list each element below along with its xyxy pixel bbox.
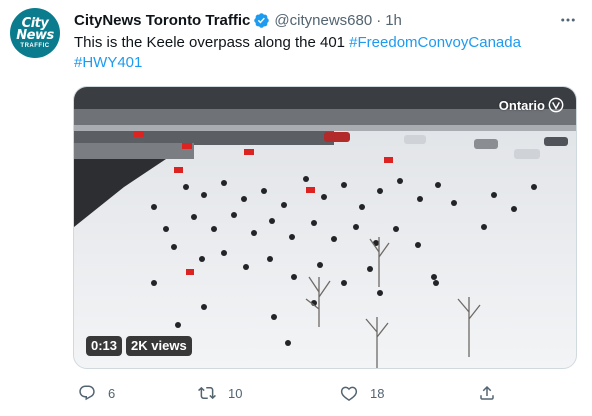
tweet-header: CityNews Toronto Traffic @citynews680 · … (74, 10, 402, 30)
share-button[interactable] (478, 381, 506, 405)
avatar[interactable]: City News TRAFFIC (10, 8, 60, 58)
reply-icon (79, 385, 95, 401)
video-frame (74, 87, 576, 368)
share-icon (480, 385, 494, 400)
hashtag-hwy401[interactable]: #HWY401 (74, 54, 142, 71)
like-count: 18 (370, 385, 385, 401)
reply-button[interactable]: 6 (78, 381, 115, 405)
video-duration: 0:13 (86, 336, 123, 356)
verified-icon (254, 12, 270, 28)
avatar-line3: TRAFFIC (20, 43, 50, 49)
video-player[interactable]: Ontario 0:13 2K views (73, 86, 577, 369)
more-icon[interactable] (556, 10, 580, 30)
separator-dot: · (376, 11, 382, 29)
tweet-body: This is the Keele overpass along the 401 (74, 34, 350, 51)
hashtag-freedomconvoycanada[interactable]: #FreedomConvoyCanada (349, 34, 521, 51)
retweet-count: 10 (228, 385, 243, 401)
display-name[interactable]: CityNews Toronto Traffic (74, 12, 250, 29)
like-button[interactable]: 18 (340, 381, 384, 405)
retweet-button[interactable]: 10 (198, 381, 242, 405)
timestamp[interactable]: 1h (385, 12, 402, 29)
avatar-line2: News (16, 28, 54, 43)
heart-icon (340, 386, 358, 402)
video-watermark: Ontario (499, 97, 564, 113)
tweet-text: This is the Keele overpass along the 401… (74, 33, 574, 73)
video-views: 2K views (126, 336, 192, 356)
reply-count: 6 (108, 385, 116, 401)
handle[interactable]: @citynews680 (274, 12, 372, 29)
ontario-logo-icon (548, 97, 564, 113)
video-badges: 0:13 2K views (86, 336, 192, 356)
retweet-icon (198, 386, 216, 400)
watermark-text: Ontario (498, 97, 545, 113)
tweet: City News TRAFFIC CityNews Toronto Traff… (0, 0, 592, 416)
action-bar: 6 10 18 (68, 381, 508, 405)
